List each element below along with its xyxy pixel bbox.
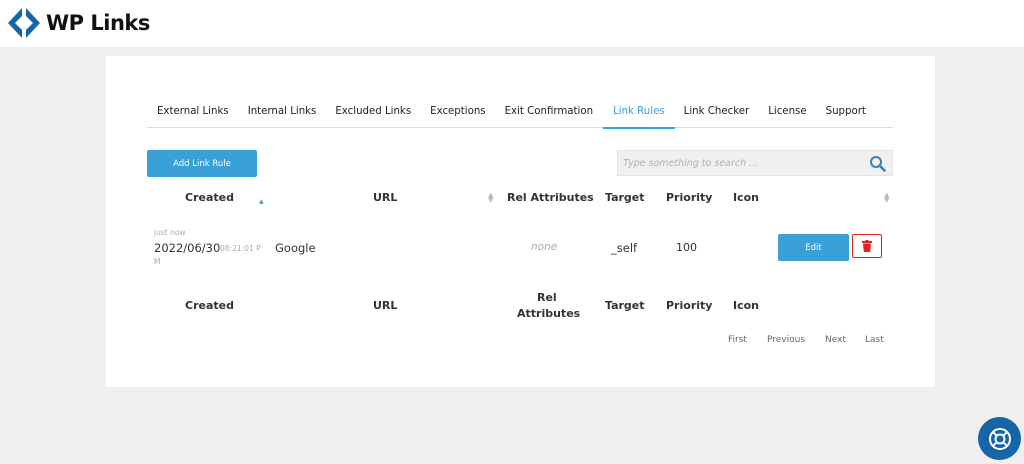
search-box: [617, 150, 893, 176]
column-header-url[interactable]: URL: [373, 191, 397, 204]
add-link-rule-button[interactable]: Add Link Rule: [147, 150, 257, 177]
rule-target: _self: [611, 241, 638, 255]
sort-icon[interactable]: ▲ ▼: [884, 192, 889, 204]
tab-internal-links[interactable]: Internal Links: [248, 97, 317, 128]
column-header-target: Target: [605, 191, 645, 204]
footer-header-attributes: Attributes: [517, 307, 581, 320]
lifebuoy-icon: [988, 427, 1011, 450]
pagination-last[interactable]: Last: [865, 335, 884, 345]
brand-name: WP Links: [46, 11, 150, 35]
pagination-next[interactable]: Next: [825, 335, 846, 345]
pagination-first[interactable]: First: [728, 335, 747, 345]
rule-url: Google: [275, 241, 316, 255]
tab-license[interactable]: License: [768, 97, 806, 128]
sort-icon[interactable]: ▲ ▼: [488, 192, 493, 204]
tab-exit-confirmation[interactable]: Exit Confirmation: [505, 97, 593, 128]
created-date: 2022/06/30: [154, 241, 221, 255]
help-button[interactable]: [978, 417, 1021, 460]
footer-header-target: Target: [605, 299, 645, 312]
column-header-icon: Icon: [733, 191, 760, 204]
delete-button[interactable]: [852, 234, 882, 258]
sort-asc-icon[interactable]: ▲: [259, 199, 264, 205]
edit-button[interactable]: Edit: [778, 234, 849, 261]
footer-header-created: Created: [185, 299, 234, 312]
created-time-suffix: M: [154, 257, 161, 266]
rule-rel-attributes: none: [531, 241, 558, 253]
settings-tabs: External Links Internal Links Excluded L…: [147, 97, 893, 129]
link-rules-panel: External Links Internal Links Excluded L…: [106, 56, 935, 387]
pagination-previous[interactable]: Previous: [767, 335, 805, 345]
tab-link-checker[interactable]: Link Checker: [684, 97, 750, 128]
diamond-arrows-icon: [8, 8, 40, 38]
footer-header-priority: Priority: [666, 299, 713, 312]
search-icon[interactable]: [869, 155, 886, 172]
trash-icon: [862, 240, 872, 252]
tab-exceptions[interactable]: Exceptions: [430, 97, 485, 128]
tab-support[interactable]: Support: [826, 97, 866, 128]
rule-priority: 100: [676, 241, 697, 254]
footer-header-url: URL: [373, 299, 398, 312]
footer-header-icon: Icon: [733, 299, 760, 312]
footer-header-rel: Rel: [537, 291, 557, 304]
column-header-created[interactable]: Created: [185, 191, 234, 204]
column-header-rel-attributes: Rel Attributes: [507, 191, 594, 204]
wp-links-logo[interactable]: WP Links: [8, 5, 150, 41]
column-header-priority: Priority: [666, 191, 713, 204]
relative-time: just now: [154, 228, 186, 237]
tab-link-rules[interactable]: Link Rules: [603, 97, 675, 129]
top-bar: WP Links: [0, 0, 1024, 47]
tab-external-links[interactable]: External Links: [157, 97, 229, 128]
search-input[interactable]: [618, 152, 858, 174]
created-time: 08:21:01 P: [220, 244, 261, 253]
tab-excluded-links[interactable]: Excluded Links: [335, 97, 411, 128]
